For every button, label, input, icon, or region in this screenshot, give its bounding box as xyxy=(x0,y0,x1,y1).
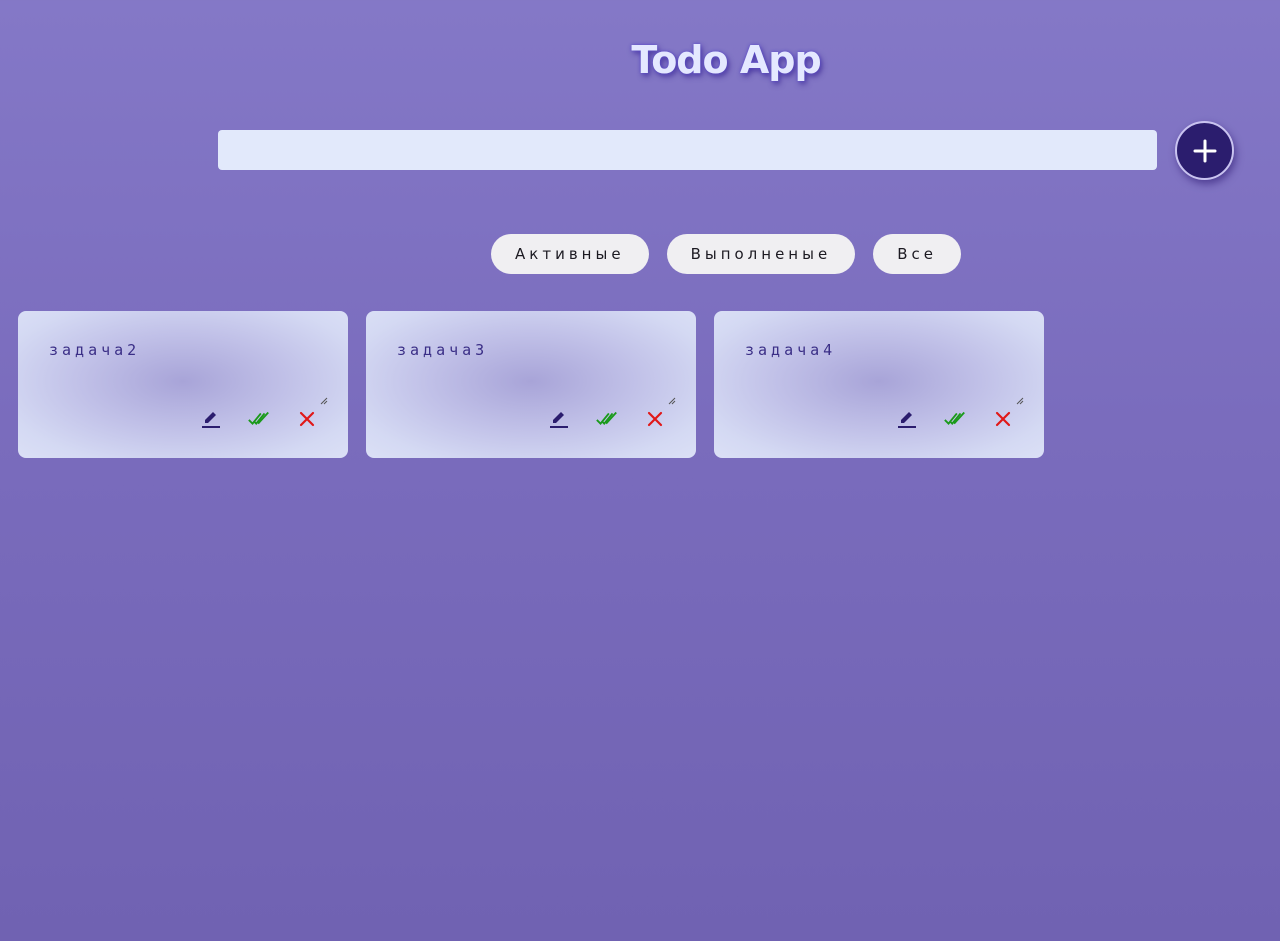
todo-card: задача2 xyxy=(18,311,348,458)
complete-button[interactable] xyxy=(595,407,619,431)
todo-actions xyxy=(895,407,1015,431)
resize-handle-icon[interactable] xyxy=(320,397,328,405)
resize-handle-icon[interactable] xyxy=(668,397,676,405)
delete-button[interactable] xyxy=(295,407,319,431)
filter-bar: Активные Выполненые Все xyxy=(0,234,1280,274)
double-check-icon xyxy=(944,411,965,425)
todo-card: задача4 xyxy=(714,311,1044,458)
todo-list: задача2 задача3 задача4 xyxy=(18,311,1044,458)
filter-active-button[interactable]: Активные xyxy=(491,234,649,274)
todo-actions xyxy=(199,407,319,431)
plus-icon xyxy=(1193,139,1216,162)
close-icon xyxy=(299,411,315,427)
delete-button[interactable] xyxy=(643,407,667,431)
pencil-icon xyxy=(550,412,568,428)
resize-handle-icon[interactable] xyxy=(1016,397,1024,405)
filter-all-button[interactable]: Все xyxy=(873,234,961,274)
app-title: Todo App xyxy=(631,38,821,82)
close-icon xyxy=(995,411,1011,427)
complete-button[interactable] xyxy=(943,407,967,431)
edit-button[interactable] xyxy=(895,407,919,431)
todo-text[interactable]: задача2 xyxy=(49,341,140,359)
double-check-icon xyxy=(248,411,269,425)
todo-card: задача3 xyxy=(366,311,696,458)
complete-button[interactable] xyxy=(247,407,271,431)
pencil-icon xyxy=(898,412,916,428)
edit-button[interactable] xyxy=(199,407,223,431)
todo-text[interactable]: задача3 xyxy=(397,341,488,359)
double-check-icon xyxy=(596,411,617,425)
todo-text[interactable]: задача4 xyxy=(745,341,836,359)
edit-button[interactable] xyxy=(547,407,571,431)
filter-completed-button[interactable]: Выполненые xyxy=(666,234,856,274)
new-todo-input[interactable] xyxy=(218,130,1157,170)
close-icon xyxy=(647,411,663,427)
pencil-icon xyxy=(202,412,220,428)
delete-button[interactable] xyxy=(991,407,1015,431)
add-todo-button[interactable] xyxy=(1175,121,1234,180)
todo-actions xyxy=(547,407,667,431)
